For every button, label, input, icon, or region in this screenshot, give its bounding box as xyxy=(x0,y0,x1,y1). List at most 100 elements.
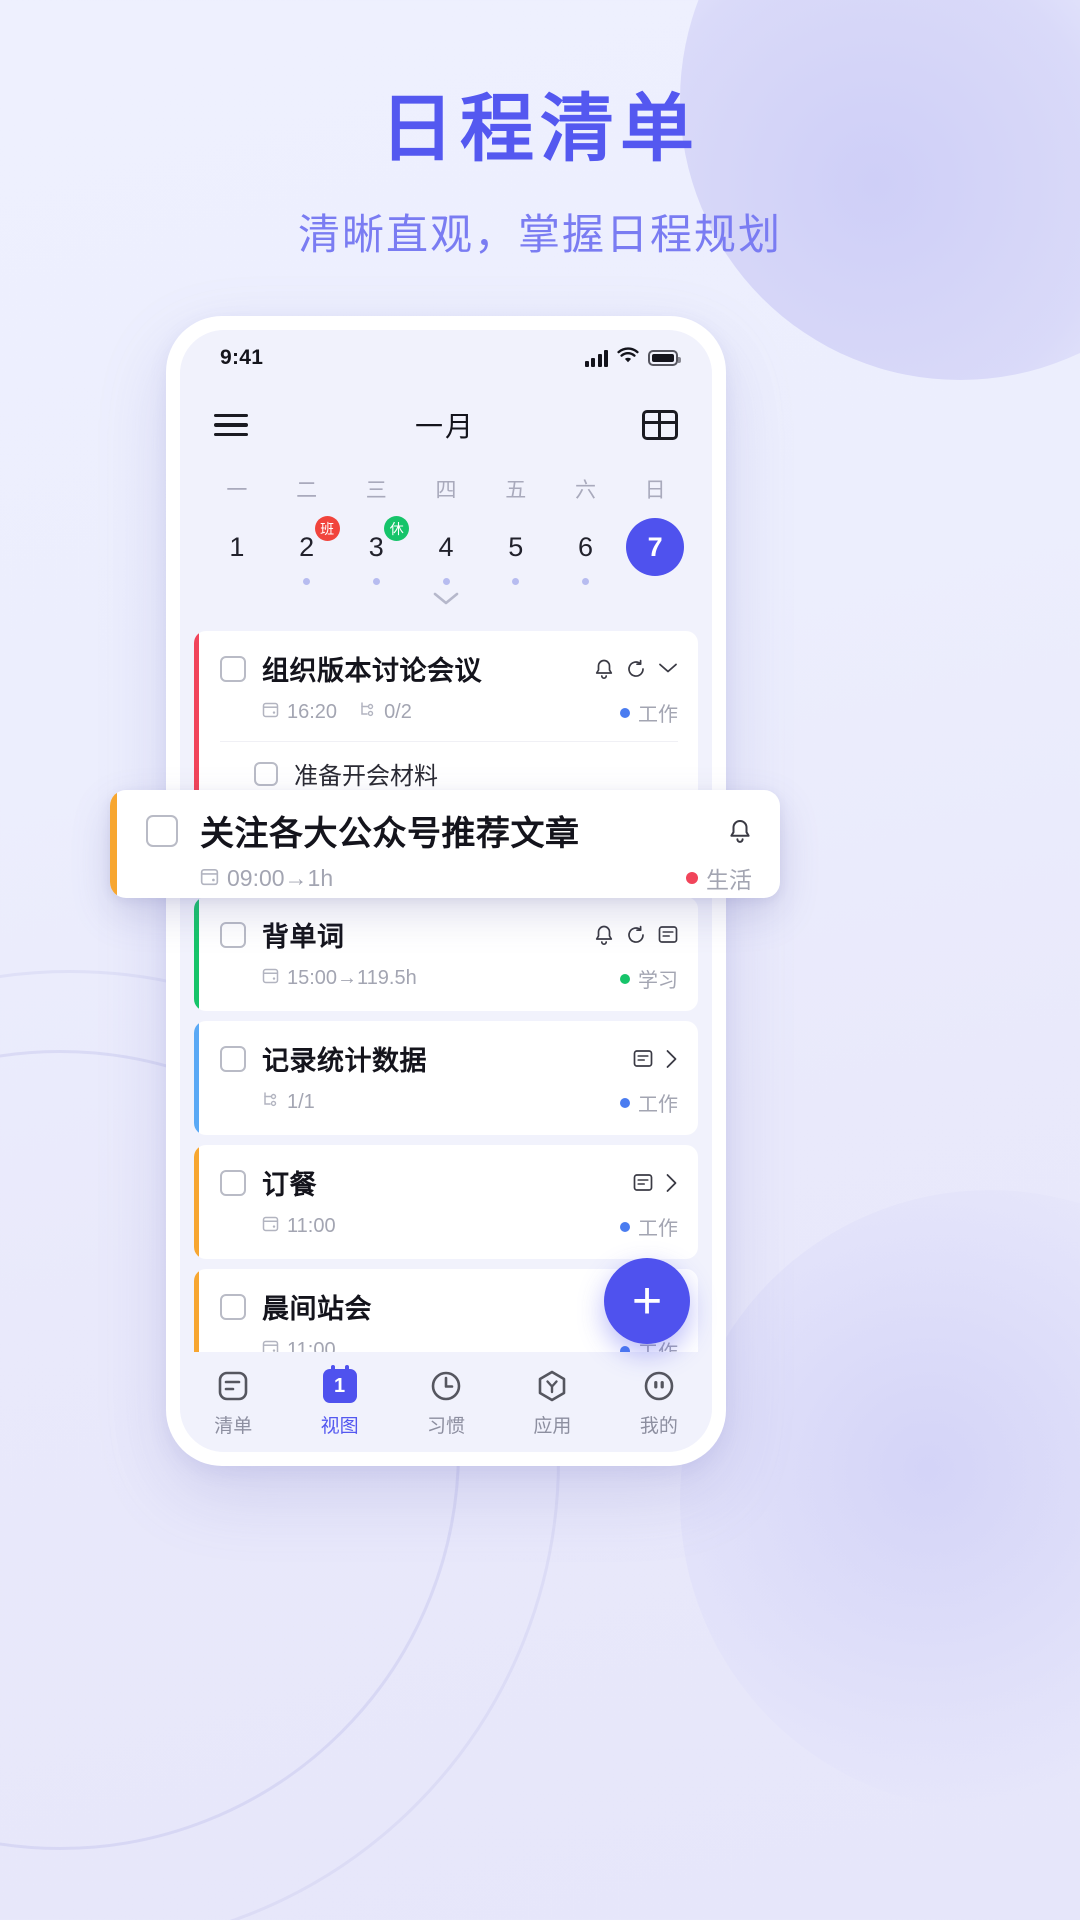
list-icon xyxy=(180,1365,286,1407)
weekday-date-row: 1 2 班 3 休 4 5 6 7 xyxy=(202,516,690,588)
weekday-header-row: 一 二 三 四 五 六 日 xyxy=(202,468,690,518)
calendar-small-icon xyxy=(262,1339,279,1352)
task-header: 记录统计数据 xyxy=(220,1039,678,1078)
task-tag: 工作 xyxy=(620,698,678,727)
note-icon[interactable] xyxy=(633,1173,653,1192)
tab-label: 我的 xyxy=(639,1416,678,1437)
task-meta-row: 1/1 工作 xyxy=(220,1088,678,1117)
task-actions xyxy=(594,924,678,946)
table-row[interactable]: 订餐 11:00 工作 xyxy=(194,1145,698,1259)
subtask-icon xyxy=(262,1091,279,1114)
tag-dot xyxy=(686,872,698,884)
task-tag: 生活 xyxy=(686,861,752,895)
chevron-right-icon[interactable] xyxy=(665,1049,678,1069)
task-time-text: 11:00 xyxy=(287,1215,336,1237)
day-event-dot xyxy=(581,578,589,585)
day-badge-work: 班 xyxy=(314,516,340,541)
day-number: 6 xyxy=(577,531,593,562)
calendar-view-icon[interactable] xyxy=(641,410,678,440)
note-icon[interactable] xyxy=(633,1049,653,1068)
task-checkbox[interactable] xyxy=(220,1169,246,1196)
profile-icon xyxy=(606,1365,712,1407)
task-tag: 工作 xyxy=(620,1212,678,1241)
tag-label: 学习 xyxy=(638,970,678,992)
calendar-day-6[interactable]: 6 xyxy=(551,518,621,588)
subtask-icon xyxy=(359,701,376,724)
task-checkbox[interactable] xyxy=(220,1293,246,1320)
tab-habit[interactable]: 习惯 xyxy=(393,1365,499,1438)
task-checkbox[interactable] xyxy=(220,1045,246,1072)
promo-title: 日程清单 xyxy=(380,87,700,170)
highlighted-task-card[interactable]: 关注各大公众号推荐文章 09:00→1h 生活 xyxy=(110,790,780,898)
task-subtask-text: 0/2 xyxy=(384,701,412,723)
signal-icon xyxy=(584,349,608,367)
promo-subtitle: 清晰直观，掌握日程规划 xyxy=(297,211,782,259)
calendar-small-icon xyxy=(262,701,279,724)
week-strip: 一 二 三 四 五 六 日 1 2 班 3 休 4 5 6 7 xyxy=(180,464,712,625)
bell-icon[interactable] xyxy=(594,658,614,680)
task-title: 晨间站会 xyxy=(262,1294,372,1324)
priority-bar xyxy=(194,897,199,1011)
calendar-small-icon xyxy=(262,1215,279,1238)
bottom-tab-bar: 清单 1 视图 习惯 应用 我的 xyxy=(180,1352,712,1452)
note-icon[interactable] xyxy=(658,925,678,944)
chevron-down-icon[interactable] xyxy=(658,662,678,675)
tab-profile[interactable]: 我的 xyxy=(606,1365,712,1438)
day-number: 7 xyxy=(626,518,685,576)
task-list[interactable]: 组织版本讨论会议 16:20 0/2 工作 准备开会材料 背单词 15:00→1… xyxy=(180,625,712,1352)
status-icons xyxy=(584,347,681,369)
priority-bar xyxy=(194,1269,199,1352)
task-actions xyxy=(633,1049,678,1069)
app-bar: 一月 xyxy=(180,386,712,464)
task-actions xyxy=(728,818,752,844)
task-header: 背单词 xyxy=(220,915,678,954)
status-time: 9:41 xyxy=(220,346,264,369)
task-actions xyxy=(594,658,678,680)
task-time: 11:00 xyxy=(262,1215,336,1238)
task-tag: 学习 xyxy=(620,964,678,993)
task-title: 记录统计数据 xyxy=(262,1046,427,1076)
calendar-day-3[interactable]: 3 休 xyxy=(341,516,411,588)
task-title: 关注各大公众号推荐文章 xyxy=(200,815,580,853)
day-number: 5 xyxy=(508,531,524,562)
tab-label: 应用 xyxy=(533,1416,572,1437)
calendar-day-1[interactable]: 1 xyxy=(202,518,272,588)
calendar-day-4[interactable]: 4 xyxy=(411,518,481,588)
wifi-icon xyxy=(617,347,639,369)
hexagon-app-icon xyxy=(499,1365,605,1407)
tab-label: 视图 xyxy=(320,1416,359,1437)
tag-dot xyxy=(620,973,630,984)
calendar-day-7-selected[interactable]: 7 xyxy=(620,518,690,588)
subtask-checkbox[interactable] xyxy=(254,761,278,786)
tab-view[interactable]: 1 视图 xyxy=(286,1365,392,1438)
day-event-dot xyxy=(442,578,450,585)
calendar-1-icon: 1 xyxy=(286,1365,392,1407)
task-checkbox[interactable] xyxy=(220,921,246,948)
add-task-fab[interactable]: + xyxy=(604,1258,690,1344)
bell-icon[interactable] xyxy=(728,818,752,844)
repeat-icon[interactable] xyxy=(626,659,646,679)
task-tag: 工作 xyxy=(620,1088,678,1117)
tag-label: 工作 xyxy=(638,1094,678,1116)
calendar-expand-button[interactable] xyxy=(202,588,690,625)
chevron-right-icon[interactable] xyxy=(665,1173,678,1193)
tab-list[interactable]: 清单 xyxy=(180,1365,286,1438)
task-meta-row: 11:00 工作 xyxy=(220,1212,678,1241)
task-time-text: 15:00→119.5h xyxy=(287,967,417,989)
day-number: 4 xyxy=(438,531,454,562)
bell-icon[interactable] xyxy=(594,924,614,946)
calendar-day-5[interactable]: 5 xyxy=(481,518,551,588)
calendar-day-2[interactable]: 2 班 xyxy=(272,516,342,588)
repeat-icon[interactable] xyxy=(626,925,646,945)
table-row[interactable]: 背单词 15:00→119.5h 学习 xyxy=(194,897,698,1011)
chevron-down-icon xyxy=(433,592,459,610)
task-checkbox[interactable] xyxy=(220,655,246,682)
hamburger-menu-icon[interactable] xyxy=(214,413,248,437)
task-checkbox[interactable] xyxy=(146,814,178,847)
tag-label: 工作 xyxy=(638,704,678,726)
weekday-label: 三 xyxy=(365,479,387,502)
table-row[interactable]: 记录统计数据 1/1 工作 xyxy=(194,1021,698,1135)
clock-icon xyxy=(393,1365,499,1407)
tab-apps[interactable]: 应用 xyxy=(499,1365,605,1438)
tab-label: 习惯 xyxy=(427,1416,466,1437)
